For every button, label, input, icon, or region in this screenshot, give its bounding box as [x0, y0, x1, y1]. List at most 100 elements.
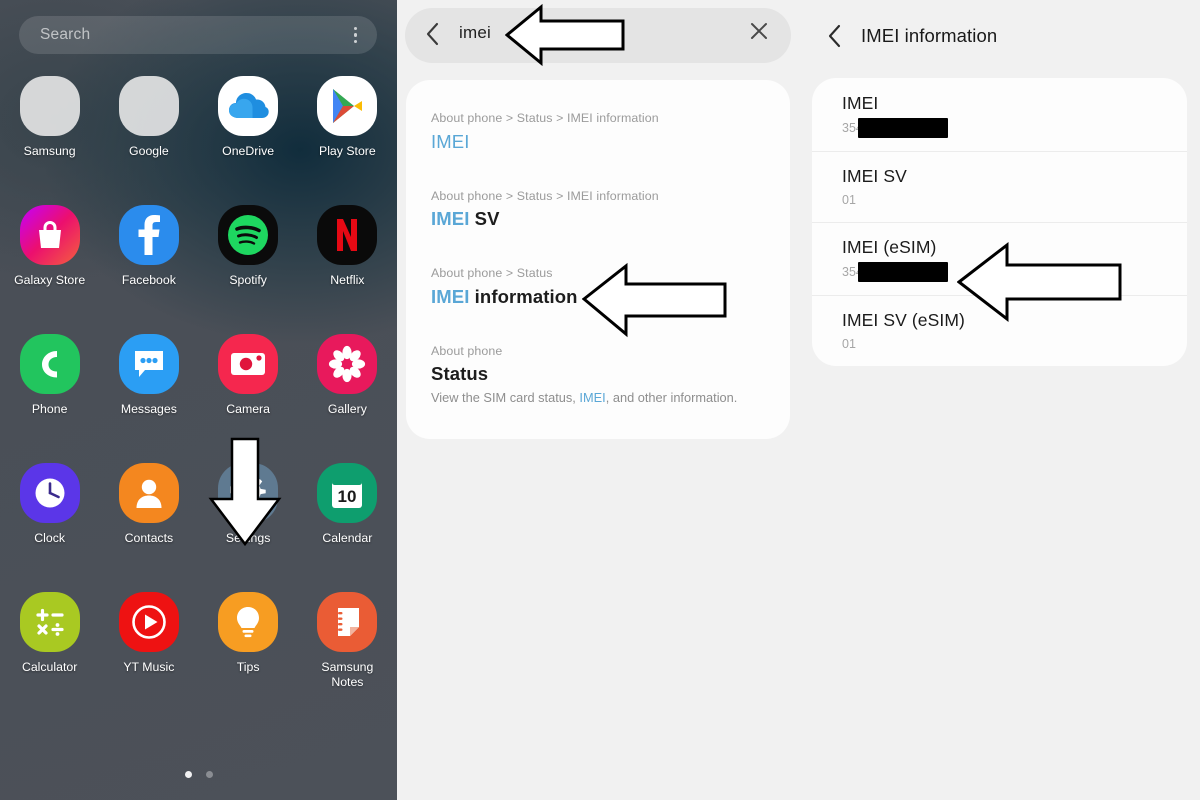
app-label: Gallery [327, 402, 367, 416]
imei-value-prefix: 01 [842, 193, 856, 207]
result-title-rest: Status [431, 363, 489, 385]
app-item-samsung-folder[interactable]: Samsung [0, 76, 99, 159]
app-item-phone[interactable]: Phone [0, 334, 99, 417]
app-item-gallery[interactable]: Gallery [298, 334, 397, 417]
app-label: Settings [225, 531, 271, 545]
app-item-netflix[interactable]: Netflix [298, 205, 397, 288]
contacts-icon [118, 463, 179, 523]
app-label: Calculator [21, 660, 78, 674]
app-item-onedrive[interactable]: OneDrive [199, 76, 298, 159]
clock-icon [19, 463, 80, 523]
search-results-card: About phone > Status > IMEI information … [406, 80, 790, 439]
home-search-placeholder: Search [40, 26, 91, 43]
app-label: Galaxy Store [14, 273, 86, 287]
app-item-calendar[interactable]: 10 Calendar [298, 463, 397, 546]
page-dot-active[interactable] [184, 771, 192, 778]
settings-gear-icon [218, 463, 279, 523]
redaction-bar [857, 262, 948, 282]
app-item-yt-music[interactable]: YT Music [99, 592, 198, 690]
result-title: IMEI SV [431, 208, 765, 230]
result-title-highlight: IMEI [431, 130, 470, 152]
result-breadcrumb: About phone > Status > IMEI information [431, 188, 659, 203]
page-dot[interactable] [205, 771, 213, 778]
search-input-value[interactable]: imei [459, 23, 491, 43]
calculator-icon [19, 592, 80, 652]
imei-row-imei-sv[interactable]: IMEI SV 01 [812, 151, 1187, 222]
app-label: Tips [236, 660, 260, 674]
search-top-bar: imei [397, 0, 799, 72]
chevron-left-icon[interactable] [827, 24, 841, 48]
desc-highlight: IMEI [579, 390, 606, 406]
imei-row-value: 01 [842, 335, 1187, 353]
imei-row-imei[interactable]: IMEI 3544 [812, 78, 1187, 151]
result-description: View the SIM card status, IMEI, and othe… [431, 389, 765, 408]
app-label: Messages [120, 402, 177, 416]
home-search-bar[interactable]: Search [19, 16, 377, 54]
search-result-imei-sv[interactable]: About phone > Status > IMEI information … [406, 178, 790, 240]
youtube-music-icon [118, 592, 179, 652]
search-result-imei-information[interactable]: About phone > Status IMEI information [406, 255, 790, 317]
app-label: Samsung [23, 144, 76, 158]
result-breadcrumb: About phone > Status > IMEI information [431, 111, 659, 125]
samsung-folder-icon [19, 76, 80, 136]
imei-row-imei-sv-esim[interactable]: IMEI SV (eSIM) 01 [812, 295, 1187, 366]
desc-post: , and other information. [605, 390, 738, 406]
app-item-google-folder[interactable]: Google [99, 76, 198, 159]
settings-search-panel: imei About phone > Status > IMEI informa… [397, 0, 799, 800]
app-label: Camera [226, 402, 270, 416]
page-indicator [0, 771, 397, 778]
spotify-icon [218, 205, 279, 265]
redaction-bar [857, 118, 948, 138]
app-grid: Samsung Google OneDrive Play Store Galax… [0, 76, 397, 690]
chevron-left-icon[interactable] [425, 22, 439, 46]
app-item-spotify[interactable]: Spotify [199, 205, 298, 288]
imei-row-value: 3544 [842, 262, 1187, 282]
netflix-icon [317, 205, 378, 265]
app-label: Clock [34, 531, 65, 545]
app-label: Netflix [330, 273, 365, 287]
google-folder-icon [118, 76, 179, 136]
app-item-tips[interactable]: Tips [199, 592, 298, 690]
close-x-icon[interactable] [749, 21, 769, 41]
app-item-play-store[interactable]: Play Store [298, 76, 397, 159]
desc-pre: View the SIM card status, [431, 390, 580, 406]
play-store-icon [317, 76, 378, 136]
result-title-highlight: IMEI [431, 285, 470, 307]
result-title: Status [431, 363, 765, 385]
app-label: Google [129, 144, 169, 158]
calendar-icon: 10 [317, 463, 378, 523]
imei-row-key: IMEI [842, 93, 879, 113]
app-label: Play Store [319, 144, 376, 158]
app-item-clock[interactable]: Clock [0, 463, 99, 546]
app-item-galaxy-store[interactable]: Galaxy Store [0, 205, 99, 288]
app-item-samsung-notes[interactable]: Samsung Notes [298, 592, 397, 690]
result-title-rest: SV [469, 208, 500, 230]
home-screen-panel: Search Samsung Google OneDrive Play Stor… [0, 0, 397, 800]
app-item-contacts[interactable]: Contacts [99, 463, 198, 546]
result-breadcrumb: About phone > Status [431, 266, 553, 281]
app-label: OneDrive [222, 144, 275, 158]
app-item-messages[interactable]: Messages [99, 334, 198, 417]
more-vertical-icon[interactable] [353, 26, 357, 44]
tips-lightbulb-icon [218, 592, 279, 652]
imei-information-panel: IMEI information IMEI 3544 IMEI SV 01 IM… [799, 0, 1200, 800]
imei-row-imei-esim[interactable]: IMEI (eSIM) 3544 [812, 222, 1187, 295]
app-item-facebook[interactable]: Facebook [99, 205, 198, 288]
app-label: Contacts [124, 531, 174, 545]
imei-row-value: 3544 [842, 118, 1187, 138]
facebook-icon [118, 205, 179, 265]
three-panel-tutorial-screenshot: Search Samsung Google OneDrive Play Stor… [0, 0, 1200, 800]
imei-value-prefix: 01 [842, 337, 856, 351]
app-label: YT Music [123, 660, 175, 674]
app-label: Samsung Notes [321, 660, 374, 689]
search-result-imei[interactable]: About phone > Status > IMEI information … [406, 100, 790, 162]
imei-row-key: IMEI SV (eSIM) [842, 310, 965, 330]
page-title: IMEI information [861, 25, 998, 46]
phone-icon [19, 334, 80, 394]
app-item-camera[interactable]: Camera [199, 334, 298, 417]
app-item-settings[interactable]: Settings [199, 463, 298, 546]
messages-icon [118, 334, 179, 394]
imei-top-bar: IMEI information [799, 0, 1200, 72]
search-result-status[interactable]: About phone Status View the SIM card sta… [406, 333, 790, 417]
app-item-calculator[interactable]: Calculator [0, 592, 99, 690]
